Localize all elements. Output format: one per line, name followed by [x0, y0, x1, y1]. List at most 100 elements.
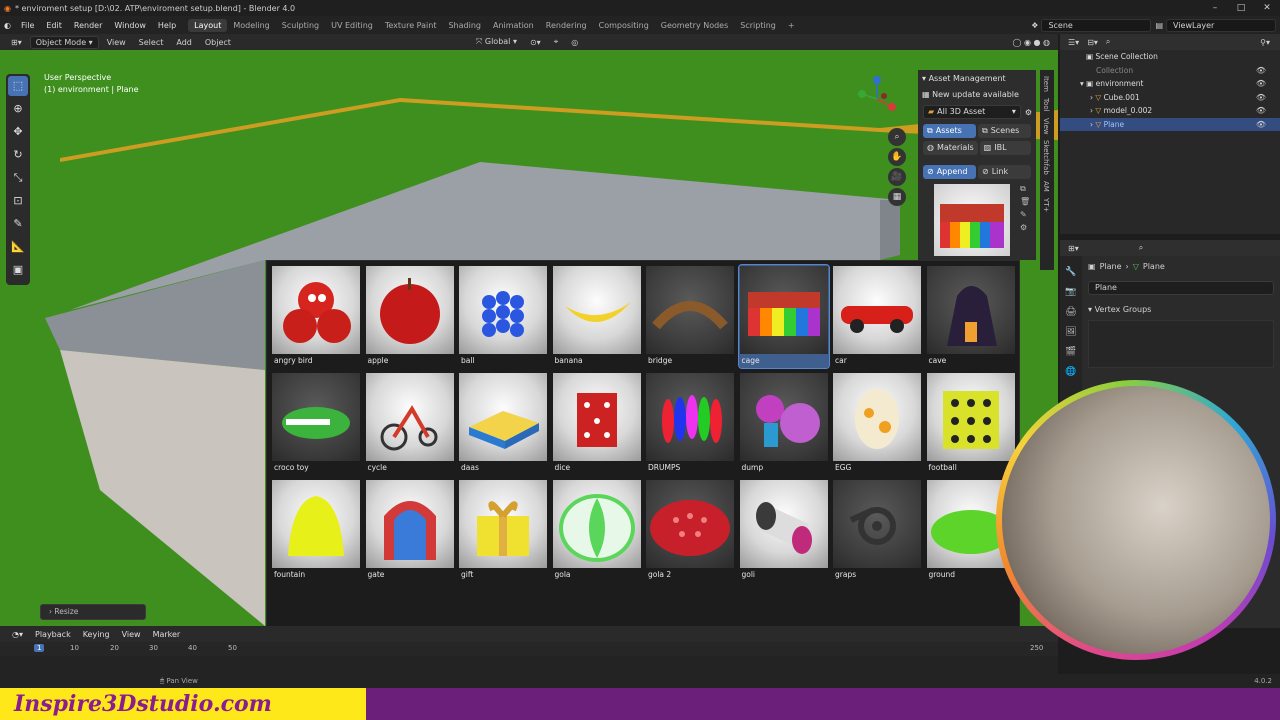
asset-tile[interactable]: cycle [365, 372, 455, 475]
tab-scripting[interactable]: Scripting [734, 19, 782, 32]
tab-tool[interactable]: Tool [1042, 98, 1050, 112]
tab-texture-paint[interactable]: Texture Paint [379, 19, 443, 32]
asset-tile[interactable]: daas [458, 372, 548, 475]
properties-editor-icon[interactable]: ⊞▾ [1068, 244, 1079, 253]
asset-tile[interactable]: bridge [645, 265, 735, 368]
edit-pencil-icon[interactable]: ✎ [1020, 208, 1034, 221]
asset-preview[interactable] [934, 184, 1010, 256]
asset-tile[interactable]: EGG [832, 372, 922, 475]
eye-icon[interactable]: 👁 [1256, 79, 1266, 88]
timeline-view-menu[interactable]: View [116, 630, 147, 639]
outliner-row-environment[interactable]: ▾ ▣ environment 👁 [1060, 77, 1280, 91]
asset-tile[interactable]: angry bird [271, 265, 361, 368]
outliner-row-collection[interactable]: Collection 👁 [1060, 64, 1280, 78]
object-menu[interactable]: Object [200, 37, 236, 48]
tab-modeling[interactable]: Modeling [227, 19, 275, 32]
asset-tile[interactable]: dump [739, 372, 829, 475]
link-button[interactable]: ⊘ Link [978, 165, 1031, 179]
display-mode-icon[interactable]: ⊟▾ [1087, 38, 1098, 47]
orientation-dropdown[interactable]: ⤧ Global ▾ [471, 36, 522, 48]
asset-tile[interactable]: ball [458, 265, 548, 368]
update-notice[interactable]: ▦ New update available [918, 86, 1036, 102]
eye-icon[interactable]: 👁 [1256, 120, 1266, 129]
current-frame-marker[interactable]: 1 [34, 644, 45, 652]
asset-tile[interactable]: gola [552, 479, 642, 582]
tab-view[interactable]: View [1042, 118, 1050, 135]
pan-hand-icon[interactable]: ✋ [888, 148, 906, 166]
tab-am[interactable]: AM [1042, 181, 1050, 192]
trash-icon[interactable]: 🗑 [1020, 195, 1034, 208]
asset-tile[interactable]: gate [365, 479, 455, 582]
outliner-row-model[interactable]: › ▽ model_0.002 👁 [1060, 104, 1280, 118]
viewlayer-field[interactable]: ViewLayer [1166, 18, 1276, 32]
tab-assets[interactable]: ⧉ Assets [923, 124, 976, 138]
asset-tile[interactable]: gola 2 [645, 479, 735, 582]
outliner-search-icon[interactable]: ⌕ [1106, 37, 1110, 47]
gear-icon[interactable]: ⚙ [1020, 221, 1034, 234]
tab-item[interactable]: Item [1042, 76, 1050, 92]
asset-tile[interactable]: gift [458, 479, 548, 582]
outliner-row-plane[interactable]: › ▽ Plane 👁 [1060, 117, 1280, 131]
asset-tile[interactable]: dice [552, 372, 642, 475]
asset-tile[interactable]: DRUMPS [645, 372, 735, 475]
expand-icon[interactable]: › [1090, 120, 1093, 129]
tab-shading[interactable]: Shading [442, 19, 487, 32]
view-layer-props-icon[interactable]: 🖼 [1060, 322, 1082, 342]
library-dropdown[interactable]: ▰ All 3D Asset ▾ [923, 105, 1021, 119]
eye-icon[interactable]: 👁 [1256, 93, 1266, 102]
asset-tile[interactable]: graps [832, 479, 922, 582]
tab-animation[interactable]: Animation [487, 19, 540, 32]
rotate-tool-icon[interactable]: ↻ [8, 145, 28, 165]
select-tool-icon[interactable]: ⬚ [8, 76, 28, 96]
settings-gear-icon[interactable]: ⚙ [1025, 108, 1032, 117]
asset-tile[interactable]: cage [737, 264, 830, 369]
minimize-button[interactable]: – [1202, 0, 1228, 16]
asset-tile[interactable]: banana [552, 265, 642, 368]
menu-edit[interactable]: Edit [40, 21, 68, 30]
zoom-icon[interactable]: ⌕ [888, 128, 906, 146]
add-workspace-button[interactable]: + [782, 19, 801, 32]
scale-tool-icon[interactable]: ⤡ [8, 168, 28, 188]
cursor-tool-icon[interactable]: ⊕ [8, 99, 28, 119]
properties-search-icon[interactable]: ⌕ [1139, 243, 1143, 253]
asset-tile[interactable]: cave [926, 265, 1016, 368]
asset-tile[interactable]: fountain [271, 479, 361, 582]
eye-icon[interactable]: 👁 [1256, 66, 1266, 75]
grid-view-icon[interactable]: ▦ [888, 188, 906, 206]
menu-help[interactable]: Help [152, 21, 182, 30]
tab-uv-editing[interactable]: UV Editing [325, 19, 379, 32]
eye-icon[interactable]: 👁 [1256, 106, 1266, 115]
tab-yt[interactable]: YT+ [1042, 198, 1050, 212]
tab-layout[interactable]: Layout [188, 18, 228, 32]
transform-tool-icon[interactable]: ⊡ [8, 191, 28, 211]
timeline-editor-icon[interactable]: ◔▾ [6, 630, 29, 639]
scene-collection-row[interactable]: ▣ Scene Collection [1060, 50, 1280, 64]
tab-materials[interactable]: ◍ Materials [923, 141, 978, 155]
filter-icon[interactable]: ⚲▾ [1260, 38, 1270, 47]
tab-ibl[interactable]: ▨ IBL [979, 141, 1031, 155]
asset-tile[interactable]: football [926, 372, 1016, 475]
maximize-button[interactable]: □ [1228, 0, 1254, 16]
scene-field[interactable]: Scene [1041, 18, 1152, 32]
asset-tile[interactable]: apple [365, 265, 455, 368]
scene-props-icon[interactable]: 🎬 [1060, 342, 1082, 362]
end-frame-field[interactable]: 250 [1030, 644, 1043, 652]
snap-icon[interactable]: ⌖ [549, 36, 564, 48]
select-menu[interactable]: Select [134, 37, 169, 48]
add-menu[interactable]: Add [171, 37, 197, 48]
vertex-groups-list[interactable] [1088, 320, 1274, 368]
world-props-icon[interactable]: 🌐 [1060, 362, 1082, 382]
close-button[interactable]: ✕ [1254, 0, 1280, 16]
asset-tile[interactable]: goli [739, 479, 829, 582]
view-menu[interactable]: View [102, 37, 131, 48]
pivot-icon[interactable]: ⊙▾ [525, 37, 546, 48]
output-props-icon[interactable]: 🖨 [1060, 302, 1082, 322]
asset-tile[interactable]: car [832, 265, 922, 368]
blender-menu-icon[interactable]: ◐ [4, 21, 11, 30]
append-button[interactable]: ⊘ Append [923, 165, 976, 179]
outliner-editor-icon[interactable]: ☰▾ [1068, 38, 1079, 47]
editor-type-icon[interactable]: ⊞▾ [6, 37, 27, 48]
resize-popup[interactable]: › Resize [40, 604, 146, 620]
proportional-icon[interactable]: ◎ [566, 37, 583, 48]
expand-icon[interactable]: ▾ [1080, 79, 1084, 88]
